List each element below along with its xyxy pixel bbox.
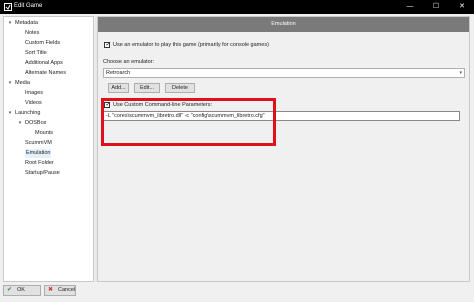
tree-item-label: Emulation — [25, 149, 52, 158]
tree-item-label: Custom Fields — [25, 40, 61, 46]
tree-item-label: ScummVM — [25, 140, 52, 146]
cancel-icon: ✖ — [48, 287, 54, 293]
tree-item-label: Mounts — [35, 130, 54, 136]
tree-item-label: Media — [15, 80, 30, 86]
emulation-panel: Emulation ✓ Use an emulator to play this… — [97, 16, 470, 282]
use-emulator-checkbox[interactable]: ✓ — [104, 42, 111, 48]
emulator-select[interactable]: Retroarch ▾ — [103, 68, 465, 78]
edit-emulator-button[interactable]: Edit... — [134, 83, 160, 93]
choose-emulator-label: Choose an emulator: — [103, 59, 155, 65]
expand-toggle-icon[interactable]: ▾ — [7, 19, 13, 28]
maximize-button[interactable]: ☐ — [426, 0, 446, 14]
add-emulator-button[interactable]: Add... — [108, 83, 129, 93]
panel-header: Emulation — [98, 17, 469, 32]
chevron-down-icon: ▾ — [459, 70, 462, 76]
cancel-button[interactable]: ✖ Cancel — [44, 285, 76, 296]
tree-item-label: Additional Apps — [25, 60, 63, 66]
tree-item-label: Videos — [25, 100, 42, 106]
settings-tree: ▾ Metadata Notes Custom Fields Sort Titl… — [3, 16, 94, 282]
checkmark-icon: ✔ — [7, 287, 13, 293]
expand-toggle-icon[interactable]: ▾ — [7, 109, 13, 118]
highlight-annotation — [101, 98, 276, 146]
checkmark-icon: ✓ — [105, 42, 111, 48]
minimize-button[interactable]: — — [400, 0, 420, 14]
edit-game-window: ▾ Metadata Notes Custom Fields Sort Titl… — [0, 14, 474, 302]
tree-item-label: Sort Title — [25, 50, 47, 56]
tree-item-label: Startup/Pause — [25, 170, 60, 176]
tree-item-label: Notes — [25, 30, 40, 36]
tree-item-label: Metadata — [15, 20, 38, 26]
ok-button[interactable]: ✔ OK — [3, 285, 41, 296]
tree-item-label: Launching — [15, 110, 41, 116]
window-title: Edit Game — [14, 3, 43, 9]
cancel-label: Cancel — [58, 287, 76, 293]
title-bar: Edit Game — ☐ ✕ — [0, 0, 474, 14]
use-emulator-label: Use an emulator to play this game (prima… — [113, 42, 269, 48]
tree-item-label: Root Folder — [25, 160, 54, 166]
tree-item-label: Images — [25, 90, 44, 96]
tree-item-label: Alternate Names — [25, 70, 66, 76]
emulator-select-value: Retroarch — [106, 70, 131, 76]
expand-toggle-icon[interactable]: ▾ — [7, 79, 13, 88]
delete-emulator-button[interactable]: Delete — [165, 83, 195, 93]
ok-label: OK — [17, 287, 25, 293]
expand-toggle-icon[interactable]: ▾ — [17, 119, 23, 128]
tree-item-label: DOSBox — [25, 120, 47, 126]
close-button[interactable]: ✕ — [452, 0, 472, 14]
app-icon — [4, 3, 12, 11]
